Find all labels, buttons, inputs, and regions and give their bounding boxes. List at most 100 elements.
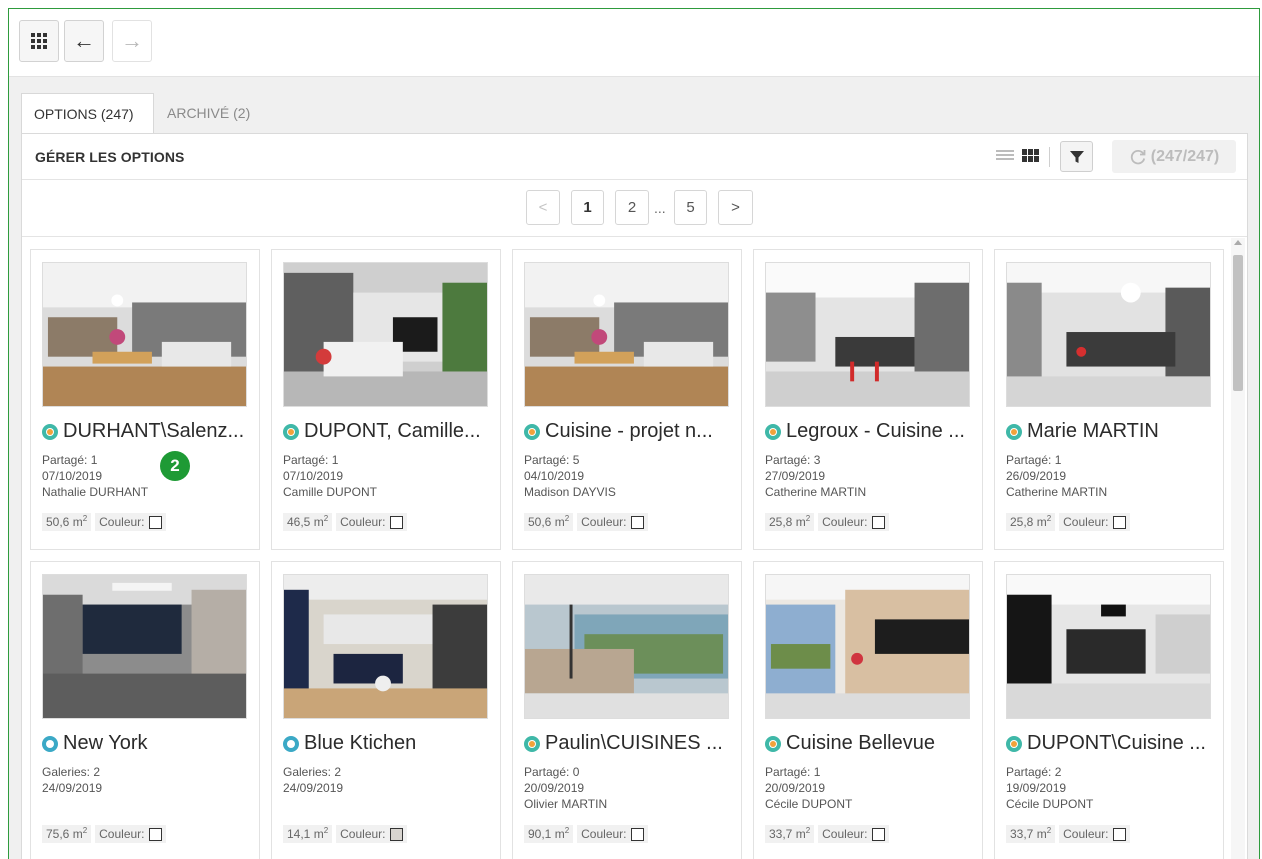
- scroll-up-arrow-icon[interactable]: [1234, 240, 1242, 245]
- card-title[interactable]: Legroux - Cuisine ...: [765, 420, 977, 443]
- color-swatch: [630, 827, 644, 841]
- scrollbar[interactable]: [1231, 238, 1245, 859]
- color-tag: Couleur:: [818, 513, 889, 531]
- filter-button[interactable]: [1060, 141, 1093, 172]
- shared-icon: [1006, 735, 1022, 752]
- kitchen-thumbnail: [524, 574, 729, 719]
- option-card[interactable]: DURHANT\Salenz... Partagé: 1 07/10/2019 Na…: [30, 249, 260, 550]
- area-tag: 50,6 m2: [42, 513, 92, 531]
- option-card[interactable]: Paulin\CUISINES ... Partagé: 0 20/09/2019…: [512, 561, 742, 859]
- shared-icon: [765, 735, 781, 752]
- gallery-icon: [283, 735, 299, 752]
- color-tag: Couleur:: [336, 825, 407, 843]
- card-title[interactable]: Marie MARTIN: [1006, 420, 1218, 443]
- option-card[interactable]: Legroux - Cuisine ... Partagé: 3 27/09/20…: [753, 249, 983, 550]
- card-title[interactable]: Paulin\CUISINES ...: [524, 732, 736, 755]
- card-meta: Partagé: 3 27/09/2019 Catherine MARTIN: [765, 453, 867, 499]
- color-tag: Couleur:: [577, 825, 648, 843]
- color-swatch: [1112, 827, 1126, 841]
- card-tags: 25,8 m2 Couleur:: [765, 513, 889, 531]
- refresh-button[interactable]: (247/247): [1112, 140, 1236, 173]
- color-tag: Couleur:: [1059, 825, 1130, 843]
- forward-button[interactable]: →: [112, 20, 152, 62]
- kitchen-thumbnail: [1006, 574, 1211, 719]
- option-card[interactable]: Cuisine - projet n... Partagé: 5 04/10/20…: [512, 249, 742, 550]
- card-title[interactable]: DURHANT\Salenz...: [42, 420, 254, 443]
- card-title[interactable]: New York: [42, 732, 254, 755]
- page-5-button[interactable]: 5: [674, 190, 707, 225]
- option-card[interactable]: Cuisine Bellevue Partagé: 1 20/09/2019 Céc…: [753, 561, 983, 859]
- scrollbar-thumb[interactable]: [1233, 255, 1243, 391]
- refresh-count: (247/247): [1150, 147, 1220, 165]
- color-tag: Couleur:: [95, 513, 166, 531]
- grid-icon: [31, 33, 47, 49]
- panel-title: GÉRER LES OPTIONS: [35, 149, 185, 165]
- list-view-icon[interactable]: [996, 150, 1014, 163]
- color-swatch: [1112, 515, 1126, 529]
- prev-page-button[interactable]: <: [526, 190, 560, 225]
- color-tag: Couleur:: [818, 825, 889, 843]
- apps-menu-button[interactable]: [19, 20, 59, 62]
- area-tag: 25,8 m2: [765, 513, 815, 531]
- color-tag: Couleur:: [577, 513, 648, 531]
- option-card[interactable]: Marie MARTIN Partagé: 1 26/09/2019 Catheri…: [994, 249, 1224, 550]
- card-tags: 90,1 m2 Couleur:: [524, 825, 648, 843]
- app-window: ← → OPTIONS (247) ARCHIVÉ (2) GÉRER LES …: [8, 8, 1260, 859]
- card-meta: Partagé: 2 19/09/2019 Cécile DUPONT: [1006, 765, 1094, 811]
- kitchen-thumbnail: [1006, 262, 1211, 407]
- kitchen-thumbnail: [283, 574, 488, 719]
- gallery-icon: [42, 735, 58, 752]
- grid-view-icon[interactable]: [1022, 149, 1039, 162]
- area-tag: 90,1 m2: [524, 825, 574, 843]
- top-toolbar: ← →: [9, 9, 1259, 77]
- color-swatch: [871, 515, 885, 529]
- shared-icon: [765, 423, 781, 440]
- card-tags: 50,6 m2 Couleur:: [524, 513, 648, 531]
- kitchen-thumbnail: [283, 262, 488, 407]
- next-page-button[interactable]: >: [718, 190, 753, 225]
- tab-archive[interactable]: ARCHIVÉ (2): [155, 93, 265, 134]
- refresh-icon: [1130, 149, 1146, 164]
- card-meta: Partagé: 1 07/10/2019 Camille DUPONT: [283, 453, 378, 499]
- color-tag: Couleur:: [336, 513, 407, 531]
- card-title[interactable]: Cuisine - projet n...: [524, 420, 736, 443]
- step-number-badge: 2: [160, 451, 190, 481]
- card-title[interactable]: DUPONT, Camille...: [283, 420, 495, 443]
- option-card[interactable]: Blue Ktichen Galeries: 2 24/09/2019 14,1 …: [271, 561, 501, 859]
- card-tags: 50,6 m2 Couleur:: [42, 513, 166, 531]
- option-card[interactable]: DUPONT, Camille... Partagé: 1 07/10/2019 C…: [271, 249, 501, 550]
- color-tag: Couleur:: [1059, 513, 1130, 531]
- tab-options[interactable]: OPTIONS (247): [21, 93, 154, 134]
- shared-icon: [1006, 423, 1022, 440]
- option-card[interactable]: DUPONT\Cuisine ... Partagé: 2 19/09/2019 C…: [994, 561, 1224, 859]
- panel-header: GÉRER LES OPTIONS (247/247): [22, 134, 1247, 180]
- color-tag: Couleur:: [95, 825, 166, 843]
- card-tags: 14,1 m2 Couleur:: [283, 825, 407, 843]
- card-meta: Galeries: 2 24/09/2019: [283, 765, 344, 795]
- shared-icon: [283, 423, 299, 440]
- card-tags: 46,5 m2 Couleur:: [283, 513, 407, 531]
- area-tag: 33,7 m2: [1006, 825, 1056, 843]
- shared-icon: [42, 423, 58, 440]
- card-title[interactable]: DUPONT\Cuisine ...: [1006, 732, 1218, 755]
- page-1-button[interactable]: 1: [571, 190, 604, 225]
- card-meta: Partagé: 1 26/09/2019 Catherine MARTIN: [1006, 453, 1108, 499]
- card-title[interactable]: Blue Ktichen: [283, 732, 495, 755]
- options-panel: GÉRER LES OPTIONS (247/247) < 1 2 ... 5 …: [21, 133, 1248, 859]
- card-meta: Galeries: 2 24/09/2019: [42, 765, 103, 795]
- color-swatch: [630, 515, 644, 529]
- pagination-ellipsis: ...: [654, 200, 666, 216]
- toolbar-divider: [1049, 147, 1050, 167]
- pagination-bar: < 1 2 ... 5 >: [22, 180, 1247, 237]
- page-2-button[interactable]: 2: [615, 190, 649, 225]
- shared-icon: [524, 423, 540, 440]
- work-area: OPTIONS (247) ARCHIVÉ (2) GÉRER LES OPTI…: [9, 77, 1259, 859]
- area-tag: 50,6 m2: [524, 513, 574, 531]
- color-swatch: [148, 827, 162, 841]
- card-tags: 33,7 m2 Couleur:: [1006, 825, 1130, 843]
- card-tags: 33,7 m2 Couleur:: [765, 825, 889, 843]
- back-button[interactable]: ←: [64, 20, 104, 62]
- option-card[interactable]: New York Galeries: 2 24/09/2019 75,6 m2 C…: [30, 561, 260, 859]
- card-title[interactable]: Cuisine Bellevue: [765, 732, 977, 755]
- card-meta: Partagé: 1 20/09/2019 Cécile DUPONT: [765, 765, 853, 811]
